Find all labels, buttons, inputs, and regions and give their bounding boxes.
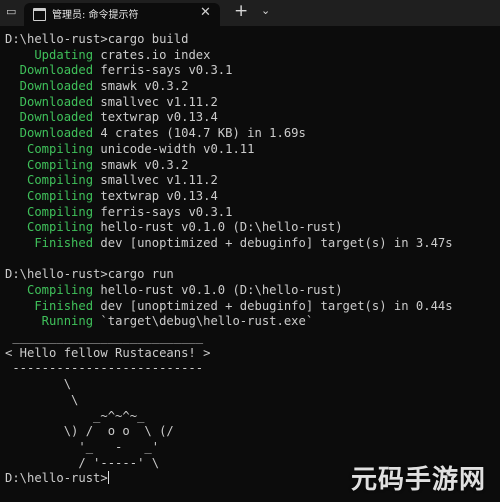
status-label: Compiling bbox=[5, 188, 94, 203]
output-text: `target\debug\hello-rust.exe` bbox=[93, 314, 314, 329]
status-label: Finished bbox=[5, 235, 94, 250]
status-label: Updating bbox=[5, 47, 94, 62]
output-line: Compiling smallvec v1.11.2 bbox=[5, 173, 500, 189]
status-label: Finished bbox=[5, 298, 94, 313]
chevron-down-icon[interactable]: ⌄ bbox=[261, 4, 270, 17]
terminal-icon bbox=[33, 8, 46, 21]
status-label: Downloaded bbox=[5, 63, 94, 78]
status-label: Downloaded bbox=[5, 79, 94, 94]
output-line: Finished dev [unoptimized + debuginfo] t… bbox=[5, 236, 500, 252]
command-line: D:\hello-rust>cargo build bbox=[5, 32, 189, 46]
ferris-line: __________________________ bbox=[5, 330, 204, 345]
output-line: Downloaded textwrap v0.13.4 bbox=[5, 110, 500, 126]
status-label: Downloaded bbox=[5, 126, 94, 141]
output-text: smawk v0.3.2 bbox=[93, 79, 189, 94]
output-line: Downloaded smawk v0.3.2 bbox=[5, 79, 500, 95]
output-text: 4 crates (104.7 KB) in 1.69s bbox=[93, 126, 306, 141]
ferris-line: \ bbox=[5, 377, 72, 392]
status-label: Compiling bbox=[5, 220, 94, 235]
output-line: Downloaded smallvec v1.11.2 bbox=[5, 95, 500, 111]
text-cursor bbox=[107, 471, 109, 485]
ferris-line: \) / o o \ (/ bbox=[5, 424, 174, 439]
status-label: Downloaded bbox=[5, 110, 94, 125]
output-line: Updating crates.io index bbox=[5, 48, 500, 64]
new-tab-button[interactable]: + bbox=[234, 1, 248, 21]
output-text: smallvec v1.11.2 bbox=[93, 173, 218, 188]
status-label: Running bbox=[5, 314, 94, 329]
ferris-line: -------------------------- bbox=[5, 361, 204, 376]
output-text: smawk v0.3.2 bbox=[93, 157, 189, 172]
tab-title: 管理员: 命令提示符 bbox=[52, 10, 139, 21]
ferris-line: _~^~^~_ bbox=[5, 408, 145, 423]
command-line: D:\hello-rust>cargo run bbox=[5, 267, 174, 282]
watermark-logo: 元码手游网 bbox=[350, 465, 486, 495]
output-text: textwrap v0.13.4 bbox=[93, 188, 218, 203]
status-label: Compiling bbox=[5, 173, 94, 188]
ferris-line: < Hello fellow Rustaceans! > bbox=[5, 345, 211, 360]
terminal-output[interactable]: D:\hello-rust>cargo build Updating crate… bbox=[5, 32, 500, 502]
output-text: ferris-says v0.3.1 bbox=[93, 204, 233, 219]
output-text: crates.io index bbox=[93, 47, 211, 62]
status-label: Compiling bbox=[5, 141, 94, 156]
status-label: Compiling bbox=[5, 157, 94, 172]
output-line: Finished dev [unoptimized + debuginfo] t… bbox=[5, 299, 500, 315]
window-menu-icon[interactable]: ▭ bbox=[6, 5, 18, 19]
output-text: smallvec v1.11.2 bbox=[93, 94, 218, 109]
output-line: Compiling ferris-says v0.3.1 bbox=[5, 205, 500, 221]
status-label: Compiling bbox=[5, 283, 94, 297]
output-line: Running `target\debug\hello-rust.exe` bbox=[5, 314, 500, 330]
status-label: Downloaded bbox=[5, 94, 94, 109]
tab-command-prompt[interactable]: 管理员: 命令提示符 ✕ bbox=[24, 3, 220, 26]
output-text: ferris-says v0.3.1 bbox=[93, 63, 233, 78]
output-line: Compiling unicode-width v0.1.11 bbox=[5, 142, 500, 158]
output-text: textwrap v0.13.4 bbox=[93, 110, 218, 125]
ferris-line: '_ - _' bbox=[5, 439, 160, 454]
output-line: Downloaded ferris-says v0.3.1 bbox=[5, 63, 500, 79]
output-text: unicode-width v0.1.11 bbox=[93, 141, 255, 156]
output-line: Compiling hello-rust v0.1.0 (D:\hello-ru… bbox=[5, 283, 500, 299]
prompt-text: D:\hello-rust> bbox=[5, 471, 108, 486]
output-text: hello-rust v0.1.0 (D:\hello-rust) bbox=[93, 220, 343, 235]
output-line: Compiling hello-rust v0.1.0 (D:\hello-ru… bbox=[5, 220, 500, 236]
status-label: Compiling bbox=[5, 204, 94, 219]
close-tab-icon[interactable]: ✕ bbox=[200, 5, 211, 20]
ferris-line: \ bbox=[5, 392, 79, 407]
output-line: Compiling textwrap v0.13.4 bbox=[5, 189, 500, 205]
output-line: Compiling smawk v0.3.2 bbox=[5, 158, 500, 174]
title-bar: ▭ 管理员: 命令提示符 ✕ + ⌄ bbox=[0, 0, 500, 26]
output-text: dev [unoptimized + debuginfo] target(s) … bbox=[93, 235, 453, 250]
output-text: hello-rust v0.1.0 (D:\hello-rust) bbox=[93, 283, 343, 297]
output-line: Downloaded 4 crates (104.7 KB) in 1.69s bbox=[5, 126, 500, 142]
output-text: dev [unoptimized + debuginfo] target(s) … bbox=[93, 298, 453, 313]
